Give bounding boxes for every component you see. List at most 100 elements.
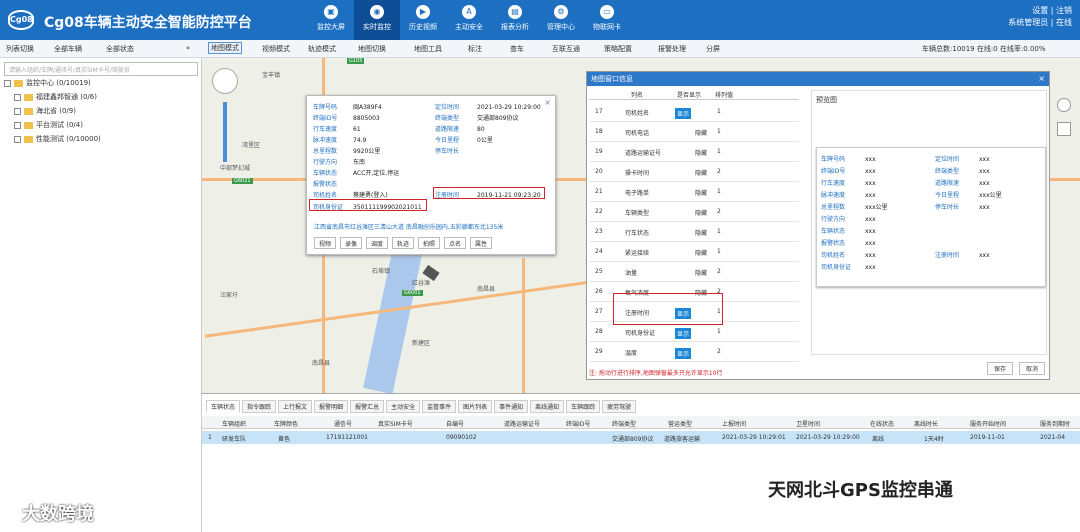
strategy-button[interactable]: 策略配置	[604, 44, 632, 54]
info-field: 终端ID号 8805003	[313, 115, 380, 122]
highlight-box	[433, 187, 545, 199]
tab-offline-notice[interactable]: 离线通知	[530, 400, 565, 413]
city-label: 南昌县	[312, 360, 331, 367]
popup-dispatch-button[interactable]: 调度	[366, 237, 389, 249]
main-nav: ▣ 监控大屏 ◉ 实时监控 ▶ 历史视频 A 主动安全 ▤ 报表分析 ⚙ 管理中心 ▭ 物联网…	[308, 0, 630, 40]
mark-button[interactable]: 标注	[468, 44, 482, 54]
table-row[interactable]: 18 司机电话 隐藏 1	[589, 122, 799, 142]
close-icon[interactable]: ×	[544, 98, 551, 107]
table-row[interactable]: 17 司机姓名 显示 1	[589, 102, 799, 122]
map-tools-button[interactable]: 地图工具	[414, 44, 442, 54]
tab-images[interactable]: 图片列表	[458, 400, 493, 413]
tab-supervision[interactable]: 监管事件	[422, 400, 457, 413]
tab-vehicle-status[interactable]: 车辆状态	[206, 400, 241, 413]
table-row[interactable]: 25 油量 隐藏 2	[589, 262, 799, 282]
table-row[interactable]: 23 行车状态 隐藏 1	[589, 222, 799, 242]
highlight-box	[309, 199, 427, 211]
logout-link[interactable]: 注销	[1056, 6, 1072, 15]
track-mode-button[interactable]: 轨迹模式	[308, 44, 336, 54]
table-row[interactable]: 1 研发车队 黄色 17191121001 09090102 交通部809协议 道路旅客运输…	[202, 431, 1080, 444]
popup-record-button[interactable]: 录像	[340, 237, 363, 249]
table-row[interactable]: 28 司机身份证 显示 1	[589, 322, 799, 342]
road	[522, 258, 525, 393]
tree-item[interactable]: 平台测试 (0/4)	[14, 120, 83, 130]
find-car-button[interactable]: 查车	[510, 44, 524, 54]
zoom-slider[interactable]	[223, 102, 227, 162]
tree-item[interactable]: 福建鑫邦智通 (0/6)	[14, 92, 97, 102]
alarm-button[interactable]: 报警处理	[658, 44, 686, 54]
popup-rollcall-button[interactable]: 点名	[444, 237, 467, 249]
collapse-panel-icon[interactable]: «	[186, 44, 190, 52]
list-switch-button[interactable]: 列表切换	[6, 44, 34, 54]
close-icon[interactable]: ×	[1038, 74, 1045, 83]
video-mode-button[interactable]: 视频模式	[262, 44, 290, 54]
info-field: 行驶方向 东南	[313, 159, 366, 166]
popup-attr-button[interactable]: 属性	[470, 237, 493, 249]
map-mode-button[interactable]: 地图模式	[208, 42, 242, 54]
layers-icon[interactable]	[1057, 122, 1071, 136]
app-title: Cg08车辆主动安全智能防控平台	[44, 15, 252, 31]
tab-event-notice[interactable]: 事件通知	[494, 400, 529, 413]
tree-item-root[interactable]: 监控中心 (0/10019)	[4, 78, 91, 88]
table-row[interactable]: 19 道路运输证号 隐藏 1	[589, 142, 799, 162]
layer-icon[interactable]	[1057, 98, 1071, 112]
tab-active-safety[interactable]: 主动安全	[386, 400, 421, 413]
city-label: 南昌县	[477, 286, 496, 293]
app-header: Cg08 Cg08车辆主动安全智能防控平台 ▣ 监控大屏 ◉ 实时监控 ▶ 历史视频 …	[0, 0, 1080, 40]
pan-control[interactable]	[212, 68, 238, 94]
nav-management[interactable]: ⚙ 管理中心	[538, 0, 584, 40]
tab-alarm-detail[interactable]: 报警明细	[314, 400, 349, 413]
city-label: 宝丰镇	[262, 72, 281, 79]
interconnect-button[interactable]: 互联互通	[552, 44, 580, 54]
nav-report[interactable]: ▤ 报表分析	[492, 0, 538, 40]
nav-realtime-monitor[interactable]: ◉ 实时监控	[354, 0, 400, 40]
table-row[interactable]: 20 操卡时间 隐藏 2	[589, 162, 799, 182]
watermark-right: 天网北斗GPS监控串通	[768, 480, 953, 501]
tab-vehicle-follow[interactable]: 车辆跟踪	[566, 400, 601, 413]
info-field: 司机姓名 蔡建勇(登入)	[313, 192, 388, 199]
city-label: 石埠镇	[372, 268, 391, 275]
nav-history-video[interactable]: ▶ 历史视频	[400, 0, 446, 40]
folder-icon	[14, 79, 23, 87]
city-label: 湾里区	[242, 142, 261, 149]
settings-link[interactable]: 设置	[1032, 6, 1048, 15]
all-status-select[interactable]: 全部状态	[106, 44, 134, 54]
tab-command-track[interactable]: 指令跟踪	[242, 400, 277, 413]
save-button[interactable]: 保存	[986, 362, 1013, 375]
info-field: 停车时长	[435, 148, 460, 155]
bottom-panel: 车辆状态 指令跟踪 上行报文 报警明细 报警汇总 主动安全 监管事件 图片列表 …	[202, 393, 1080, 532]
tree-item[interactable]: 性能测试 (0/10000)	[14, 134, 101, 144]
tree-item[interactable]: 海北省 (0/9)	[14, 106, 76, 116]
city-label: 新建区	[412, 340, 431, 347]
info-field: 车辆状态 ACC开,定位,停运	[313, 170, 400, 177]
nav-active-safety[interactable]: A 主动安全	[446, 0, 492, 40]
info-field: 总里程数 9920公里	[313, 148, 381, 155]
shield-icon: A	[462, 5, 476, 19]
nav-monitor-screen[interactable]: ▣ 监控大屏	[308, 0, 354, 40]
info-field: 脉冲速度 74.9	[313, 137, 367, 144]
map-switch-button[interactable]: 地图切换	[358, 44, 386, 54]
dialog-table-header: 列名 是否显示 排列值	[589, 90, 799, 100]
table-row[interactable]: 29 温度 显示 2	[589, 342, 799, 362]
table-row[interactable]: 22 车辆类型 隐藏 2	[589, 202, 799, 222]
city-label: 汪家圩	[220, 292, 239, 299]
nav-iot-card[interactable]: ▭ 物联网卡	[584, 0, 630, 40]
popup-track-button[interactable]: 轨迹	[392, 237, 415, 249]
table-row[interactable]: 24 紧运接续 隐藏 1	[589, 242, 799, 262]
cancel-button[interactable]: 取消	[1018, 362, 1045, 375]
vehicle-address: 江西省南昌市红谷滩区三清山大道 南昌融创乐园内,五彩廊都东北135米	[314, 224, 504, 231]
info-field: 终端类型 交通部809协议	[435, 115, 519, 122]
search-input[interactable]: 请输入组织/车牌/通讯号/真实SIM卡号/驾驶员	[4, 62, 198, 76]
tab-fatigue[interactable]: 疲劳驾驶	[602, 400, 637, 413]
split-button[interactable]: 分屏	[706, 44, 720, 54]
all-vehicles-select[interactable]: 全部车辆	[54, 44, 82, 54]
tab-uplink[interactable]: 上行报文	[278, 400, 313, 413]
left-panel: 请输入组织/车牌/通讯号/真实SIM卡号/驾驶员 监控中心 (0/10019) …	[0, 58, 202, 532]
popup-video-button[interactable]: 视频	[314, 237, 337, 249]
popup-photo-button[interactable]: 拍照	[418, 237, 441, 249]
folder-icon	[24, 121, 33, 129]
table-row[interactable]: 21 电子路单 隐藏 1	[589, 182, 799, 202]
info-field: 行车速度 61	[313, 126, 361, 133]
highway-label: G105	[347, 58, 365, 64]
tab-alarm-summary[interactable]: 报警汇总	[350, 400, 385, 413]
